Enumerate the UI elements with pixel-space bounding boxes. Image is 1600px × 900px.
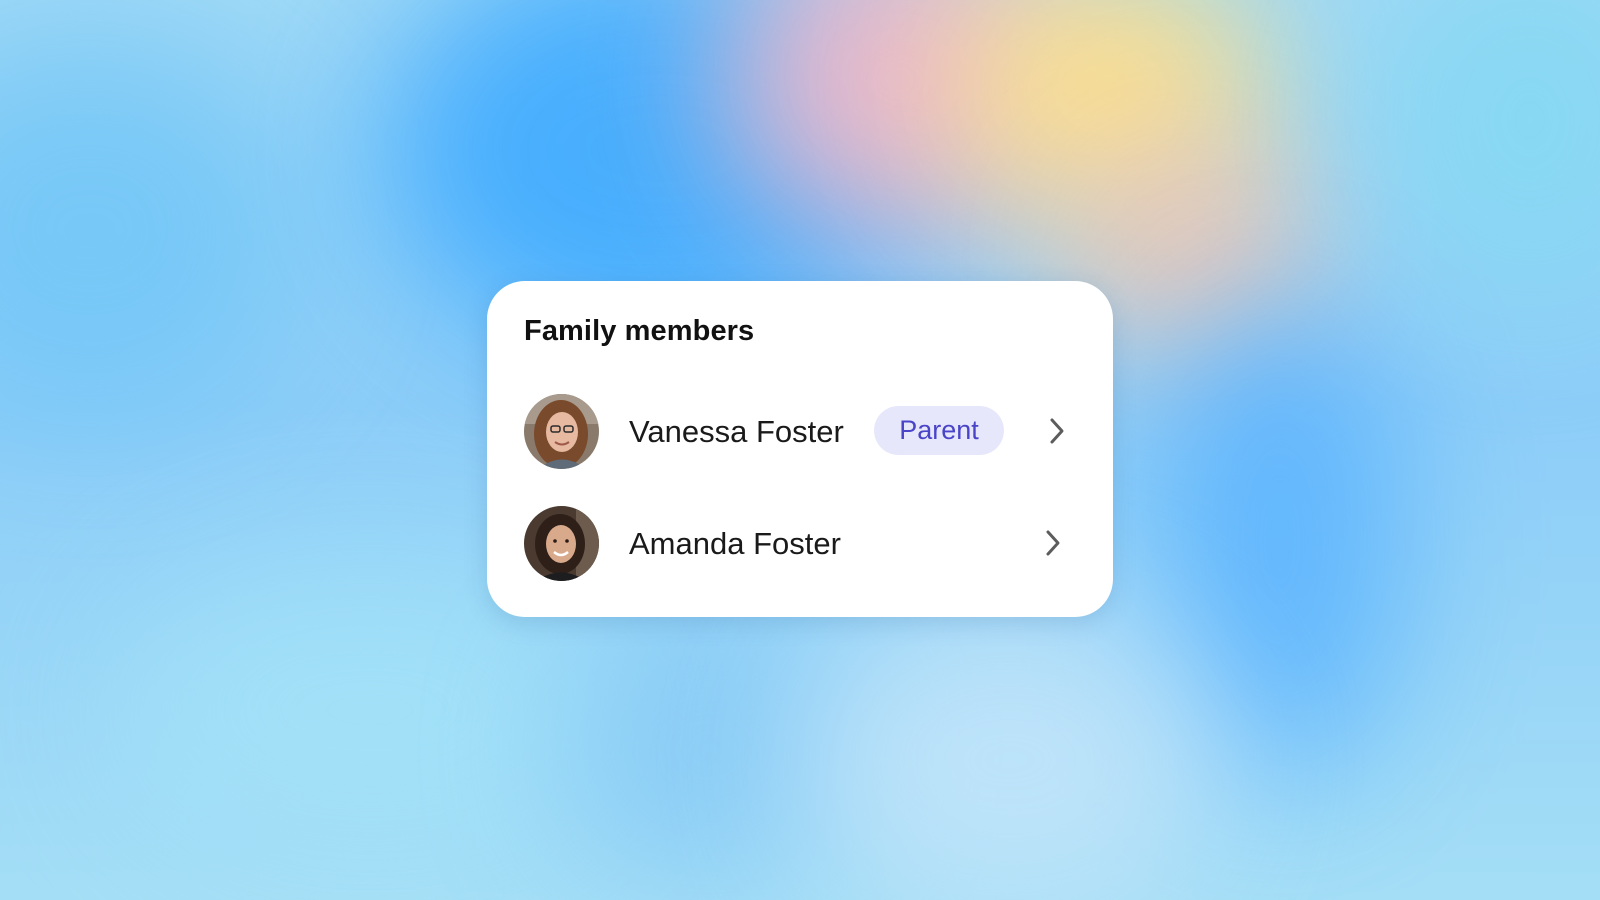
member-name: Vanessa Foster (629, 414, 844, 449)
role-badge: Parent (874, 406, 1004, 455)
avatar (524, 506, 599, 581)
avatar-photo-icon (524, 506, 599, 581)
chevron-right-icon[interactable] (1042, 528, 1064, 558)
avatar-photo-icon (524, 394, 599, 469)
family-members-card: Family members Vanessa Foster Parent Ama… (487, 281, 1113, 617)
family-member-row-amanda[interactable]: Amanda Foster (487, 498, 1113, 588)
member-name: Amanda Foster (629, 526, 841, 561)
family-member-row-vanessa[interactable]: Vanessa Foster Parent (487, 386, 1113, 476)
card-title: Family members (524, 315, 755, 347)
avatar (524, 394, 599, 469)
chevron-right-icon[interactable] (1046, 416, 1068, 446)
